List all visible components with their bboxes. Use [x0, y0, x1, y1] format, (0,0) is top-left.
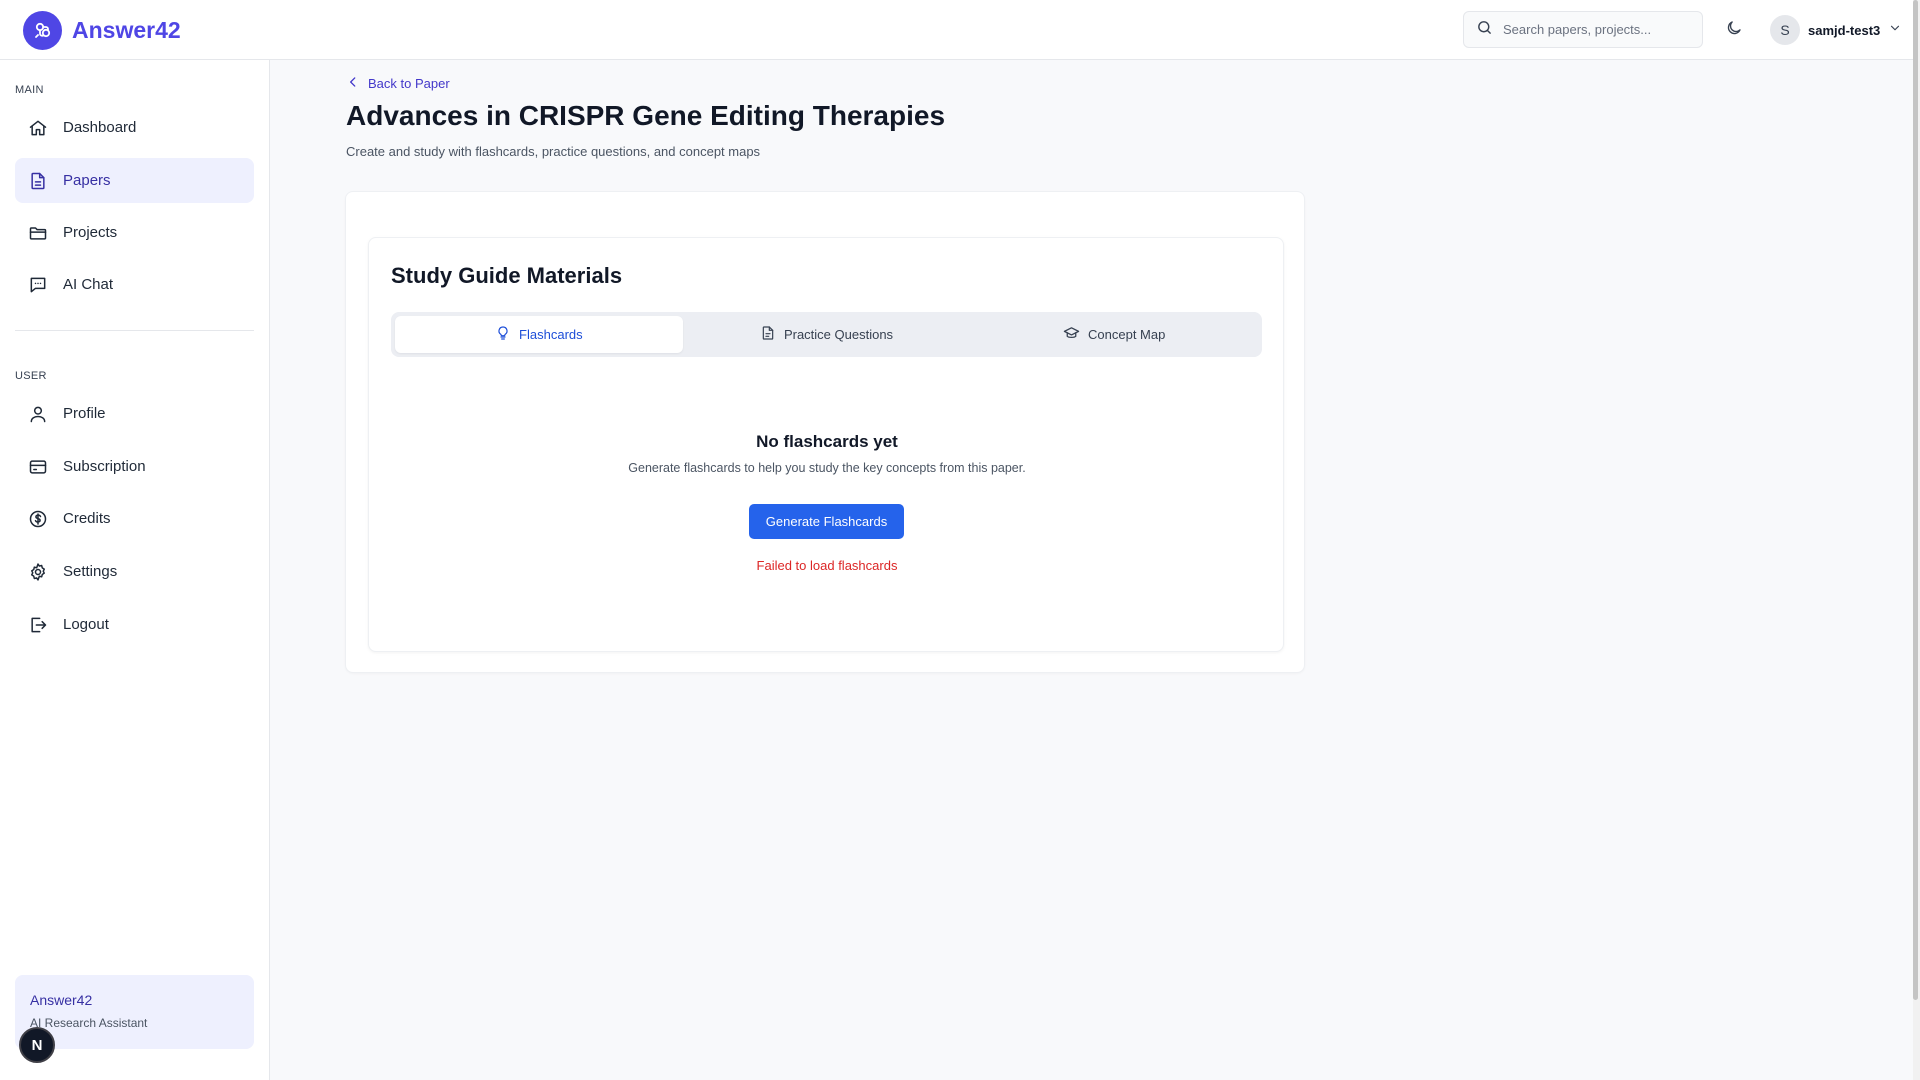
sidebar-item-label: Papers [63, 172, 111, 189]
tab-label: Practice Questions [783, 327, 894, 342]
chevron-down-icon [1888, 21, 1902, 40]
dark-mode-toggle[interactable] [1723, 19, 1745, 41]
sidebar-divider [15, 330, 254, 331]
section-label-user: USER [15, 370, 47, 382]
sidebar-item-projects[interactable]: Projects [15, 210, 254, 255]
dev-tools-badge[interactable]: N [19, 1027, 55, 1063]
sidebar-item-profile[interactable]: Profile [15, 391, 254, 436]
graduation-cap-icon [1063, 325, 1080, 345]
footer-app-name: Answer42 [30, 992, 93, 1008]
credit-card-icon [27, 456, 49, 478]
tab-label: Concept Map [1088, 327, 1166, 342]
document-icon [27, 170, 49, 192]
study-guide-tabs: Flashcards Practice Questions Concept Ma… [391, 312, 1262, 357]
sidebar-item-settings[interactable]: Settings [15, 549, 254, 594]
sidebar-item-subscription[interactable]: Subscription [15, 444, 254, 489]
sidebar-item-credits[interactable]: Credits [15, 496, 254, 541]
brain-logo-icon [23, 11, 62, 50]
sidebar-item-label: Subscription [63, 458, 146, 475]
tab-concept-map[interactable]: Concept Map [970, 316, 1258, 353]
user-icon [27, 403, 49, 425]
sidebar-item-logout[interactable]: Logout [15, 602, 254, 647]
study-guide-card: Study Guide Materials Flashcards Practic… [368, 237, 1284, 652]
sidebar-item-label: AI Chat [63, 276, 114, 293]
tab-practice-questions[interactable]: Practice Questions [683, 316, 971, 353]
user-menu[interactable]: S samjd-test3 [1770, 15, 1902, 45]
folder-icon [27, 222, 49, 244]
search-input[interactable] [1503, 22, 1693, 37]
search-icon [1476, 19, 1493, 41]
footer-tagline: AI Research Assistant [30, 1016, 148, 1030]
sidebar-item-label: Profile [63, 405, 106, 422]
logout-icon [27, 614, 49, 636]
sidebar-item-label: Settings [63, 563, 118, 580]
empty-state-description: Generate flashcards to help you study th… [628, 461, 1026, 475]
sidebar-item-papers[interactable]: Papers [15, 158, 254, 203]
avatar: S [1770, 15, 1800, 45]
section-label-main: MAIN [15, 84, 44, 96]
back-link-label: Back to Paper [368, 76, 450, 91]
content-card: Study Guide Materials Flashcards Practic… [345, 191, 1305, 673]
moon-icon [1725, 19, 1743, 42]
file-icon [760, 325, 776, 344]
sidebar-item-dashboard[interactable]: Dashboard [15, 105, 254, 150]
sidebar-item-label: Credits [63, 510, 111, 527]
brand[interactable]: Answer42 [23, 11, 181, 50]
sidebar-item-label: Dashboard [63, 119, 137, 136]
page-title: Advances in CRISPR Gene Editing Therapie… [346, 100, 946, 131]
home-icon [27, 117, 49, 139]
chat-icon [27, 274, 49, 296]
username: samjd-test3 [1808, 22, 1881, 38]
study-guide-title: Study Guide Materials [391, 263, 623, 288]
tab-flashcards[interactable]: Flashcards [395, 316, 683, 353]
generate-flashcards-button[interactable]: Generate Flashcards [749, 504, 904, 539]
tab-label: Flashcards [519, 327, 583, 342]
back-to-paper-link[interactable]: Back to Paper [346, 75, 450, 92]
empty-state-title: No flashcards yet [756, 432, 898, 451]
brand-name: Answer42 [72, 17, 181, 43]
lightbulb-icon [495, 325, 511, 344]
sidebar-item-label: Logout [63, 616, 109, 633]
dollar-icon [27, 508, 49, 530]
page-subtitle: Create and study with flashcards, practi… [346, 144, 761, 159]
top-bar: Answer42 S samjd-test3 [0, 0, 1920, 60]
error-message: Failed to load flashcards [756, 558, 898, 573]
sidebar-item-ai-chat[interactable]: AI Chat [15, 262, 254, 307]
gear-icon [27, 561, 49, 583]
scrollbar-thumb[interactable] [1913, 0, 1918, 1000]
chevron-left-icon [346, 75, 360, 92]
search-box[interactable] [1463, 11, 1703, 48]
sidebar: MAIN Dashboard Papers Projects AI Chat U… [0, 60, 270, 1080]
sidebar-item-label: Projects [63, 224, 118, 241]
